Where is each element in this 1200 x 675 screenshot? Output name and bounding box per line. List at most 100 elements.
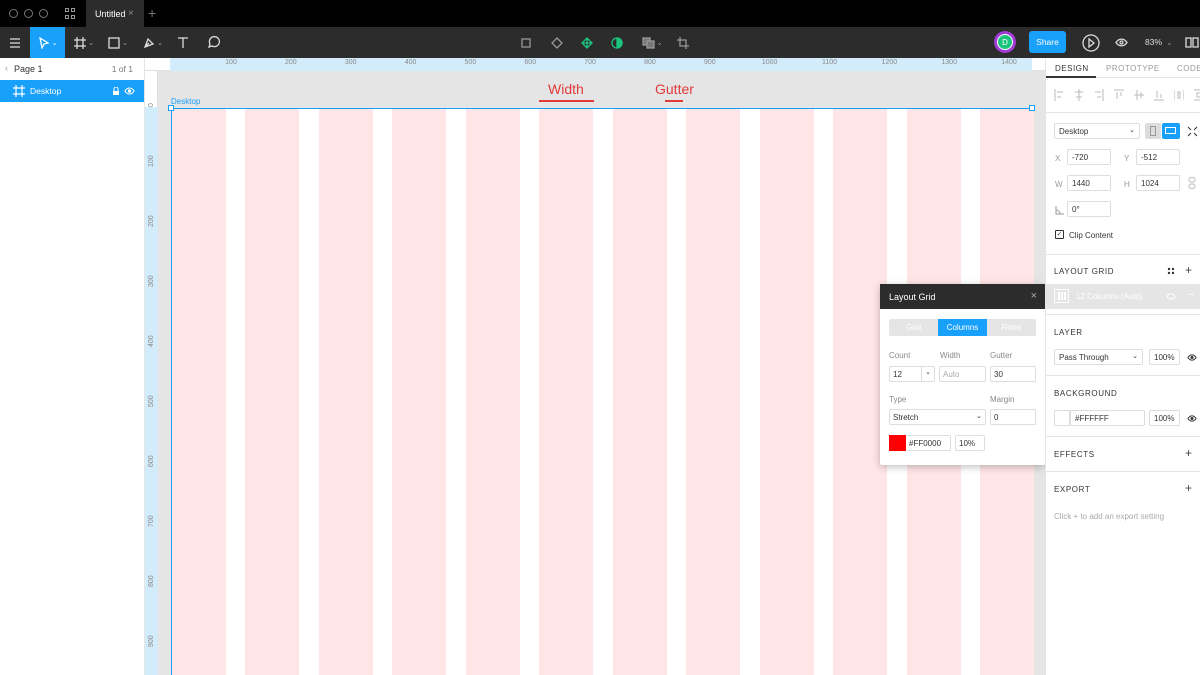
ruler-tick-label: 800: [644, 59, 656, 66]
page-selector[interactable]: ‹ Page 1 1 of 1: [0, 58, 145, 80]
shape-tool-button[interactable]: ⌄: [104, 27, 132, 58]
x-field[interactable]: -720: [1067, 149, 1111, 165]
pen-tool-button[interactable]: ⌄: [138, 27, 168, 58]
grid-column: [833, 109, 888, 675]
distribute-vertical-icon[interactable]: [1194, 89, 1200, 101]
figma-app: Untitled × + ⌄ ⌄ ⌄ ⌄ ⌄ D Share 83% ⌄ ‹ P…: [0, 0, 1200, 675]
blend-mode-select[interactable]: Pass Through ⌄: [1054, 349, 1143, 365]
ruler-tick-label: 200: [148, 215, 155, 227]
mask-button[interactable]: [548, 27, 566, 58]
grid-color-swatch[interactable]: [889, 435, 906, 451]
resize-handle-tr[interactable]: [1029, 105, 1035, 111]
comment-tool-button[interactable]: [202, 27, 224, 58]
present-button[interactable]: [1080, 27, 1102, 58]
rectangle-icon: [108, 36, 120, 49]
ruler-tick-label: 800: [148, 575, 155, 587]
tab-design[interactable]: DESIGN: [1055, 64, 1089, 73]
gutter-field[interactable]: 30: [990, 366, 1036, 382]
constrain-proportions-icon[interactable]: [1188, 177, 1196, 189]
grid-opacity-field[interactable]: 10%: [955, 435, 985, 451]
add-export-icon[interactable]: +: [1185, 481, 1192, 495]
columns-grid-icon[interactable]: [1054, 289, 1069, 303]
y-field[interactable]: -512: [1136, 149, 1180, 165]
zoom-dropdown[interactable]: 83% ⌄: [1145, 37, 1172, 47]
library-button[interactable]: [1184, 27, 1200, 58]
eye-icon[interactable]: [1187, 354, 1197, 361]
close-icon[interactable]: ×: [1031, 290, 1037, 302]
crop-button[interactable]: [674, 27, 692, 58]
rotation-field[interactable]: 0°: [1067, 201, 1111, 217]
layer-item-desktop[interactable]: Desktop: [0, 80, 144, 102]
align-middle-icon[interactable]: [1134, 89, 1144, 101]
align-center-icon[interactable]: [1074, 89, 1084, 101]
landscape-toggle[interactable]: [1162, 123, 1180, 139]
remove-grid-icon[interactable]: −: [1188, 289, 1194, 301]
portrait-toggle[interactable]: [1145, 123, 1161, 139]
move-tool-button[interactable]: ⌄: [30, 27, 65, 58]
chevron-down-icon[interactable]: ⌄: [921, 367, 934, 381]
popup-header: Layout Grid ×: [880, 284, 1045, 309]
layout-grid-item[interactable]: 12 Columns (Auto) −: [1046, 284, 1200, 309]
close-window-icon[interactable]: [9, 9, 18, 18]
maximize-window-icon[interactable]: [39, 9, 48, 18]
resize-to-fit-icon[interactable]: [1187, 126, 1198, 137]
toolbar: ⌄ ⌄ ⌄ ⌄ ⌄ D Share 83% ⌄: [0, 27, 1200, 58]
eye-icon[interactable]: [124, 87, 135, 95]
view-mode-button[interactable]: [1112, 27, 1130, 58]
grid-styles-icon[interactable]: [1167, 267, 1175, 275]
file-browser-icon[interactable]: [65, 8, 76, 19]
eye-icon[interactable]: [1187, 415, 1197, 422]
align-bottom-icon[interactable]: [1154, 89, 1164, 101]
layer-opacity-field[interactable]: 100%: [1149, 349, 1180, 365]
width-field[interactable]: Auto: [939, 366, 986, 382]
tab-rows[interactable]: Rows: [987, 319, 1036, 336]
chevron-down-icon: ⌄: [1132, 353, 1138, 360]
component-frame-button[interactable]: [517, 27, 535, 58]
align-right-icon[interactable]: [1094, 89, 1104, 101]
minimize-window-icon[interactable]: [24, 9, 33, 18]
frame-tool-button[interactable]: ⌄: [70, 27, 98, 58]
tab-prototype[interactable]: PROTOTYPE: [1106, 64, 1160, 73]
ruler-tick-label: 1400: [1001, 59, 1017, 66]
align-top-icon[interactable]: [1114, 89, 1124, 101]
tab-columns[interactable]: Columns: [938, 319, 987, 336]
count-field[interactable]: 12 ⌄: [889, 366, 935, 382]
tab-title: Untitled: [95, 8, 126, 19]
width-field[interactable]: 1440: [1067, 175, 1111, 191]
tab-code[interactable]: CODE: [1177, 64, 1200, 73]
background-opacity-field[interactable]: 100%: [1149, 410, 1180, 426]
tab-untitled[interactable]: Untitled: [86, 0, 144, 27]
background-color-field[interactable]: #FFFFFF: [1070, 410, 1145, 426]
new-tab-icon[interactable]: +: [148, 5, 156, 21]
frame-label[interactable]: Desktop: [171, 97, 200, 106]
height-field[interactable]: 1024: [1136, 175, 1180, 191]
close-tab-icon[interactable]: ×: [128, 8, 134, 19]
tab-grid[interactable]: Grid: [889, 319, 938, 336]
resize-handle-tl[interactable]: [168, 105, 174, 111]
background-color-swatch[interactable]: [1054, 410, 1070, 426]
eye-icon[interactable]: [1166, 293, 1176, 300]
contrast-icon: [611, 36, 623, 49]
main-menu-icon[interactable]: [0, 27, 30, 58]
ruler-tick-label: 500: [464, 59, 477, 66]
align-left-icon[interactable]: [1054, 89, 1064, 101]
boolean-ops-button[interactable]: ⌄: [638, 27, 666, 58]
share-button[interactable]: Share: [1029, 31, 1066, 53]
add-layout-grid-icon[interactable]: +: [1185, 263, 1192, 277]
add-effect-icon[interactable]: +: [1185, 446, 1192, 460]
clip-content-checkbox[interactable]: ✓: [1055, 230, 1064, 239]
grid-color-field[interactable]: #FF0000: [907, 435, 951, 451]
type-select[interactable]: Stretch ⌄: [889, 409, 986, 425]
distribute-icon[interactable]: [1174, 89, 1184, 101]
text-tool-button[interactable]: [173, 27, 193, 58]
grid-column: [612, 109, 667, 675]
margin-field[interactable]: 0: [990, 409, 1036, 425]
contrast-button[interactable]: [608, 27, 626, 58]
user-avatar[interactable]: D: [994, 31, 1016, 53]
comment-icon: [207, 36, 220, 49]
create-component-button[interactable]: [578, 27, 596, 58]
lock-icon[interactable]: [112, 87, 120, 95]
chevron-down-icon: ⌄: [1129, 127, 1135, 134]
page-name: Page 1: [14, 64, 43, 74]
frame-preset-select[interactable]: Desktop ⌄: [1054, 123, 1140, 139]
